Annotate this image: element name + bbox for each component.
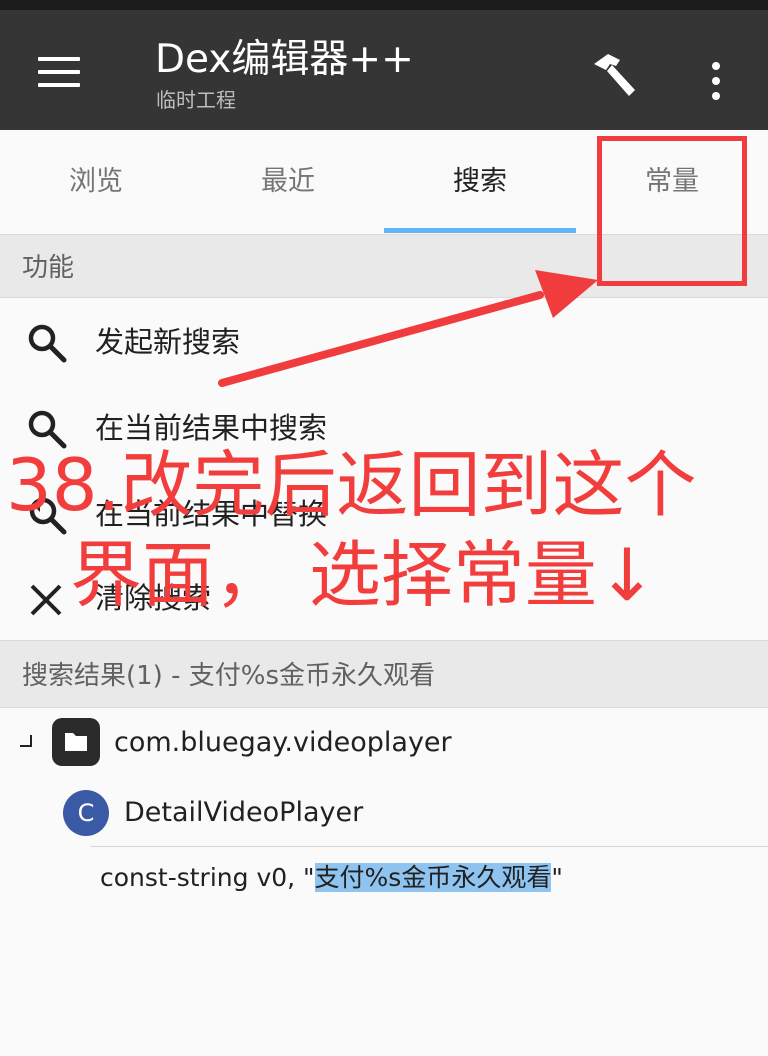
annotation-line-1: 38.改完后返回到这个 [6,443,697,527]
red-arrow-icon [218,270,598,387]
annotation-line-2: 界面， 选择常量↓ [70,533,658,617]
